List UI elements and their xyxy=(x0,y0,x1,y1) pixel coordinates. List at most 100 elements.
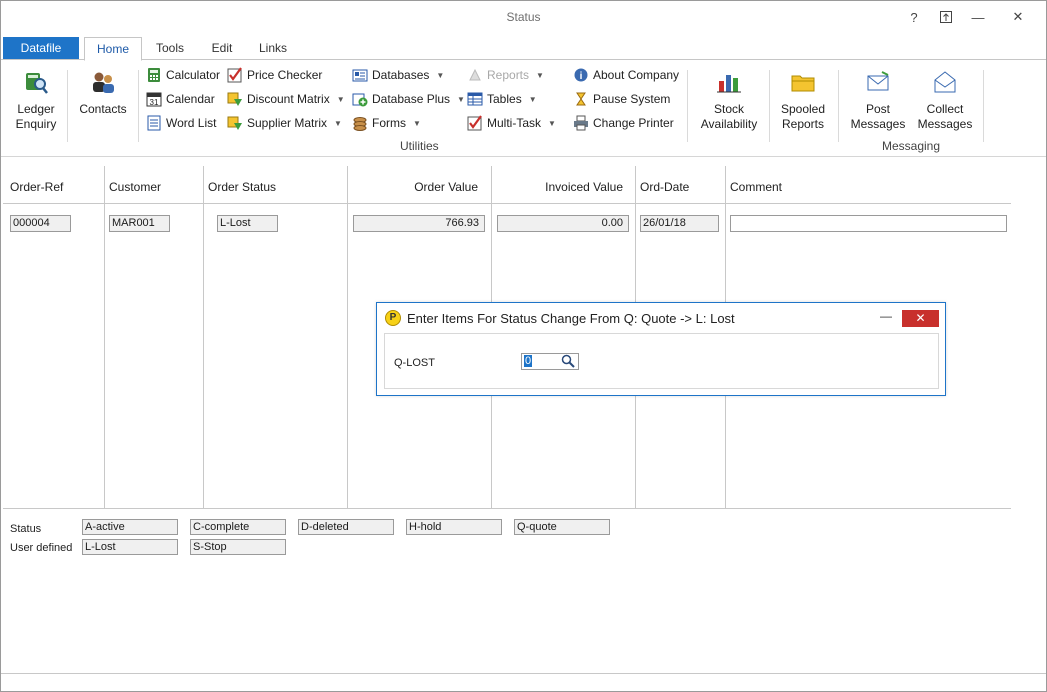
chevron-down-icon: ▼ xyxy=(413,118,421,128)
legend-status-item: D-deleted xyxy=(298,519,394,535)
header-divider xyxy=(3,203,1011,204)
stock-availability-icon xyxy=(715,68,743,96)
legend-user-item: L-Lost xyxy=(82,539,178,555)
forms-icon xyxy=(352,115,368,131)
discount-matrix-icon xyxy=(227,91,243,107)
collect-messages-button[interactable]: Collect Messages xyxy=(914,68,976,132)
help-button[interactable]: ? xyxy=(900,5,928,29)
chevron-down-icon: ▼ xyxy=(548,118,556,128)
about-company-icon: i xyxy=(573,67,589,83)
legend-status-item: A-active xyxy=(82,519,178,535)
legend-status-item: C-complete xyxy=(190,519,286,535)
pause-system-icon xyxy=(573,91,589,107)
col-header-customer[interactable]: Customer xyxy=(109,180,161,194)
supplier-matrix-button[interactable]: Supplier Matrix ▼ xyxy=(227,113,342,133)
forms-button[interactable]: Forms ▼ xyxy=(352,113,421,133)
q-lost-value: 0 xyxy=(524,355,533,367)
ribbon-separator xyxy=(769,70,770,142)
chevron-down-icon: ▼ xyxy=(528,94,537,104)
cell-order-status[interactable]: L-Lost xyxy=(217,215,278,232)
post-messages-button[interactable]: Post Messages xyxy=(847,68,909,132)
stock-availability-button[interactable]: Stock Availability xyxy=(693,68,765,132)
price-checker-button[interactable]: Price Checker xyxy=(227,65,322,85)
tab-home[interactable]: Home xyxy=(84,37,142,61)
title-bar: Status ? — ✕ xyxy=(1,1,1046,35)
cell-ord-date[interactable]: 26/01/18 xyxy=(640,215,719,232)
spooled-reports-label: Spooled Reports xyxy=(780,102,826,131)
chevron-down-icon: ▼ xyxy=(334,118,342,128)
tab-links[interactable]: Links xyxy=(251,37,295,61)
column-divider xyxy=(347,166,348,508)
ribbon-tabs: Datafile Home Tools Edit Links xyxy=(1,35,1046,61)
dialog-minimize-button[interactable]: — xyxy=(875,309,897,327)
supplier-matrix-label: Supplier Matrix xyxy=(247,116,328,130)
contacts-button[interactable]: Contacts xyxy=(75,68,131,117)
multi-task-icon xyxy=(467,115,483,131)
database-plus-icon xyxy=(352,91,368,107)
cell-order-ref[interactable]: 000004 xyxy=(10,215,71,232)
change-printer-label: Change Printer xyxy=(593,116,674,130)
calculator-button[interactable]: Calculator xyxy=(146,65,220,85)
legend-status-label: Status xyxy=(10,523,42,535)
reports-label: Reports xyxy=(487,68,530,82)
dialog-title: Enter Items For Status Change From Q: Qu… xyxy=(407,311,735,326)
minimize-button[interactable]: — xyxy=(964,5,992,29)
col-header-comment[interactable]: Comment xyxy=(730,180,782,194)
databases-label: Databases xyxy=(372,68,430,82)
post-messages-label: Post Messages xyxy=(850,102,906,131)
databases-button[interactable]: Databases ▼ xyxy=(352,65,444,85)
about-company-button[interactable]: i About Company xyxy=(573,65,679,85)
col-header-ord-date[interactable]: Ord-Date xyxy=(640,180,689,194)
group-label-utilities: Utilities xyxy=(400,139,439,153)
folder-icon xyxy=(789,68,817,96)
svg-text:i: i xyxy=(580,71,583,82)
col-header-order-ref[interactable]: Order-Ref xyxy=(10,180,63,194)
ribbon-separator xyxy=(138,70,139,142)
window-title: Status xyxy=(506,10,541,24)
database-plus-button[interactable]: Database Plus ▼ xyxy=(352,89,465,109)
word-list-button[interactable]: Word List xyxy=(146,113,216,133)
cell-customer[interactable]: MAR001 xyxy=(109,215,170,232)
envelope-icon xyxy=(864,68,892,96)
tab-tools[interactable]: Tools xyxy=(147,37,193,61)
ledger-enquiry-button[interactable]: Ledger Enquiry xyxy=(9,68,63,132)
ledger-enquiry-icon xyxy=(22,68,50,96)
tab-datafile[interactable]: Datafile xyxy=(3,37,79,60)
col-header-invoiced-value[interactable]: Invoiced Value xyxy=(492,180,623,194)
tables-label: Tables xyxy=(487,92,522,106)
close-button[interactable]: ✕ xyxy=(1004,5,1032,29)
printer-icon xyxy=(573,115,589,131)
reports-button[interactable]: Reports ▼ xyxy=(467,65,544,85)
cell-comment[interactable] xyxy=(730,215,1007,232)
status-change-dialog: P Enter Items For Status Change From Q: … xyxy=(376,302,946,396)
spooled-reports-button[interactable]: Spooled Reports xyxy=(774,68,832,132)
ledger-enquiry-label: Ledger Enquiry xyxy=(15,102,57,131)
supplier-matrix-icon xyxy=(227,115,243,131)
cell-invoiced-value[interactable]: 0.00 xyxy=(497,215,629,232)
pause-system-button[interactable]: Pause System xyxy=(573,89,670,109)
dialog-close-button[interactable]: ✕ xyxy=(902,310,939,327)
tab-edit[interactable]: Edit xyxy=(201,37,243,61)
tables-button[interactable]: Tables ▼ xyxy=(467,89,537,109)
legend-status-item: H-hold xyxy=(406,519,502,535)
calendar-icon: 31 xyxy=(146,91,162,107)
word-list-icon xyxy=(146,115,162,131)
status-bar xyxy=(1,673,1046,691)
search-icon[interactable] xyxy=(561,354,575,372)
q-lost-input[interactable]: 0 xyxy=(521,353,579,370)
calendar-button[interactable]: 31 Calendar xyxy=(146,89,215,109)
contacts-label: Contacts xyxy=(79,102,127,116)
pegasus-logo-icon: P xyxy=(385,310,401,326)
envelope-open-icon xyxy=(931,68,959,96)
legend-user-item: S-Stop xyxy=(190,539,286,555)
restore-button[interactable] xyxy=(932,5,960,29)
col-header-order-status[interactable]: Order Status xyxy=(208,180,276,194)
chevron-down-icon: ▼ xyxy=(536,70,544,80)
multi-task-button[interactable]: Multi-Task ▼ xyxy=(467,113,556,133)
col-header-order-value[interactable]: Order Value xyxy=(348,180,478,194)
discount-matrix-button[interactable]: Discount Matrix ▼ xyxy=(227,89,345,109)
tables-icon xyxy=(467,91,483,107)
change-printer-button[interactable]: Change Printer xyxy=(573,113,674,133)
chevron-down-icon: ▼ xyxy=(457,94,465,104)
cell-order-value[interactable]: 766.93 xyxy=(353,215,485,232)
